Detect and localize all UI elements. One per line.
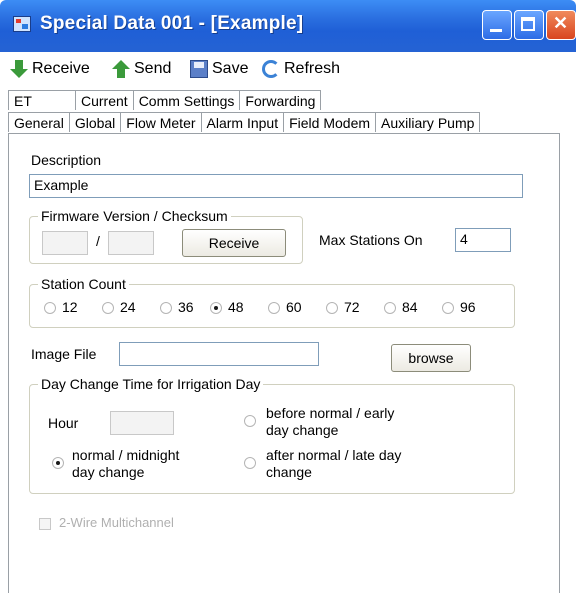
- firmware-group-title: Firmware Version / Checksum: [38, 208, 231, 224]
- description-label: Description: [31, 152, 102, 168]
- receive-label: Receive: [32, 60, 90, 77]
- station-count-radio-96[interactable]: [442, 302, 454, 314]
- station-count-label-36: 36: [178, 299, 194, 315]
- tab-flow-meter[interactable]: Flow Meter: [121, 112, 202, 132]
- save-button[interactable]: Save: [190, 56, 248, 82]
- station-count-label-84: 84: [402, 299, 418, 315]
- close-button[interactable]: [546, 10, 576, 40]
- receive-button[interactable]: Receive: [10, 56, 90, 82]
- max-stations-input[interactable]: 4: [455, 228, 511, 252]
- refresh-label: Refresh: [284, 60, 341, 77]
- day-change-label-before: before normal / early day change: [266, 405, 394, 439]
- station-count-label-72: 72: [344, 299, 360, 315]
- station-count-radio-12[interactable]: [44, 302, 56, 314]
- station-count-radio-60[interactable]: [268, 302, 280, 314]
- station-count-radio-24[interactable]: [102, 302, 114, 314]
- station-count-group: Station Count 12 24 36 48 60 72 84 96: [29, 276, 515, 328]
- day-change-label-after-line1: after normal / late day: [266, 447, 402, 463]
- day-change-label-normal-line2: day change: [72, 464, 145, 480]
- firmware-checksum-input: [108, 231, 154, 255]
- hour-input: [110, 411, 174, 435]
- day-change-label-after-line2: change: [266, 464, 312, 480]
- tab-general[interactable]: General: [8, 112, 70, 132]
- day-change-group-title: Day Change Time for Irrigation Day: [38, 376, 264, 392]
- description-input[interactable]: Example: [29, 174, 523, 198]
- save-label: Save: [212, 60, 249, 77]
- save-icon: [190, 60, 208, 78]
- image-file-label: Image File: [31, 346, 97, 362]
- send-label: Send: [134, 60, 172, 77]
- title-bar[interactable]: Special Data 001 - [Example]: [0, 0, 576, 52]
- tab-alarm-input[interactable]: Alarm Input: [201, 112, 285, 132]
- station-count-label-24: 24: [120, 299, 136, 315]
- station-count-label-12: 12: [62, 299, 78, 315]
- tab-field-modem[interactable]: Field Modem: [284, 112, 377, 132]
- tab-row-bottom: General Global Flow Meter Alarm Input Fi…: [8, 112, 481, 134]
- firmware-receive-button[interactable]: Receive: [182, 229, 286, 257]
- window-title: Special Data 001 - [Example]: [40, 13, 304, 34]
- two-wire-label: 2-Wire Multichannel: [59, 515, 174, 530]
- arrow-up-icon: [112, 60, 130, 78]
- send-button[interactable]: Send: [112, 56, 171, 82]
- browse-button[interactable]: browse: [391, 344, 471, 372]
- refresh-button[interactable]: Refresh: [262, 56, 340, 82]
- day-change-label-before-line1: before normal / early: [266, 405, 395, 421]
- refresh-icon: [262, 60, 280, 78]
- day-change-radio-before[interactable]: [244, 415, 256, 427]
- tab-global[interactable]: Global: [69, 112, 122, 132]
- day-change-label-before-line2: day change: [266, 422, 339, 438]
- station-count-label-60: 60: [286, 299, 302, 315]
- tab-forwarding[interactable]: Forwarding: [240, 90, 322, 110]
- firmware-version-input: [42, 231, 88, 255]
- two-wire-checkbox[interactable]: [39, 518, 51, 530]
- station-count-radio-84[interactable]: [384, 302, 396, 314]
- tab-auxiliary-pump[interactable]: Auxiliary Pump: [376, 112, 481, 132]
- arrow-down-icon: [10, 60, 28, 78]
- maximize-button[interactable]: [514, 10, 544, 40]
- max-stations-label: Max Stations On: [319, 232, 423, 248]
- day-change-label-after: after normal / late day change: [266, 447, 401, 481]
- firmware-separator: /: [96, 233, 100, 249]
- station-count-group-title: Station Count: [38, 276, 129, 292]
- station-count-label-48: 48: [228, 299, 244, 315]
- tab-et[interactable]: ET: [8, 90, 76, 110]
- station-count-radio-36[interactable]: [160, 302, 172, 314]
- special-data-window: Special Data 001 - [Example] Receive Sen…: [0, 0, 576, 596]
- tab-row-top: ET Current Comm Settings Forwarding: [8, 90, 322, 112]
- day-change-group: Day Change Time for Irrigation Day Hour …: [29, 376, 515, 494]
- day-change-label-normal: normal / midnight day change: [72, 447, 179, 481]
- app-icon[interactable]: [13, 16, 31, 32]
- image-file-input[interactable]: [119, 342, 319, 366]
- hour-label: Hour: [48, 415, 79, 431]
- station-count-radio-72[interactable]: [326, 302, 338, 314]
- tab-current[interactable]: Current: [76, 90, 134, 110]
- day-change-radio-after[interactable]: [244, 457, 256, 469]
- tab-comm-settings[interactable]: Comm Settings: [133, 90, 241, 110]
- toolbar: Receive Send Save Refresh: [4, 56, 572, 82]
- firmware-group: Firmware Version / Checksum / Receive: [29, 208, 303, 264]
- day-change-radio-normal[interactable]: [52, 457, 64, 469]
- station-count-radio-48[interactable]: [210, 302, 222, 314]
- day-change-label-normal-line1: normal / midnight: [72, 447, 180, 463]
- station-count-label-96: 96: [460, 299, 476, 315]
- minimize-button[interactable]: [482, 10, 512, 40]
- general-tab-panel: Description Example Firmware Version / C…: [8, 133, 560, 593]
